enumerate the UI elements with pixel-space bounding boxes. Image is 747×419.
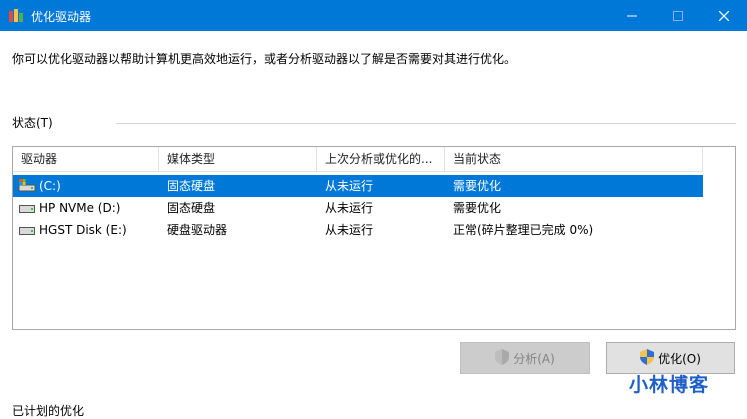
analyze-button-label: 分析(A) <box>513 351 555 366</box>
watermark: 小林博客 <box>629 374 710 396</box>
defrag-app-icon <box>8 8 24 24</box>
drive-last-run: 从未运行 <box>325 201 374 215</box>
description-text: 你可以优化驱动器以帮助计算机更高效地运行，或者分析驱动器以了解是否需要对其进行优… <box>12 52 517 66</box>
drive-list[interactable]: 驱动器 媒体类型 上次分析或优化的... 当前状态 (C:) 固态硬盘 从未运行… <box>12 146 736 330</box>
scheduled-section-label: 已计划的优化 <box>12 404 85 418</box>
column-header-last-run[interactable]: 上次分析或优化的... <box>317 147 445 171</box>
drive-list-header: 驱动器 媒体类型 上次分析或优化的... 当前状态 <box>13 147 703 172</box>
drive-status: 正常(碎片整理已完成 0%) <box>453 223 594 237</box>
drive-icon <box>19 224 35 239</box>
drive-status: 需要优化 <box>453 201 502 215</box>
column-header-media-type[interactable]: 媒体类型 <box>159 147 317 171</box>
drive-name: (C:) <box>39 179 61 193</box>
column-header-current-status[interactable]: 当前状态 <box>445 147 703 171</box>
drive-name: HGST Disk (E:) <box>39 223 127 237</box>
drive-last-run: 从未运行 <box>325 223 374 237</box>
maximize-button[interactable] <box>655 0 701 31</box>
minimize-button[interactable] <box>609 0 655 31</box>
drive-last-run: 从未运行 <box>325 179 374 193</box>
window-title: 优化驱动器 <box>31 10 92 24</box>
column-header-drive[interactable]: 驱动器 <box>13 147 159 171</box>
drive-icon <box>19 202 35 217</box>
drive-media-type: 固态硬盘 <box>167 179 216 193</box>
drive-row[interactable]: HGST Disk (E:) 硬盘驱动器 从未运行 正常(碎片整理已完成 0%) <box>13 219 703 241</box>
close-button[interactable] <box>701 0 747 31</box>
title-bar: 优化驱动器 <box>0 0 747 31</box>
analyze-button[interactable]: 分析(A) <box>460 342 590 374</box>
drive-media-type: 硬盘驱动器 <box>167 223 228 237</box>
drive-row[interactable]: (C:) 固态硬盘 从未运行 需要优化 <box>13 175 703 197</box>
status-section-divider <box>116 123 736 124</box>
drive-row[interactable]: HP NVMe (D:) 固态硬盘 从未运行 需要优化 <box>13 197 703 219</box>
uac-shield-icon <box>495 348 510 368</box>
drive-status: 需要优化 <box>453 179 502 193</box>
drive-media-type: 固态硬盘 <box>167 201 216 215</box>
system-drive-icon <box>18 179 36 196</box>
status-section-label: 状态(T) <box>12 116 53 130</box>
uac-shield-icon <box>640 348 655 368</box>
optimize-button-label: 优化(O) <box>658 351 701 366</box>
drive-name: HP NVMe (D:) <box>39 201 121 215</box>
